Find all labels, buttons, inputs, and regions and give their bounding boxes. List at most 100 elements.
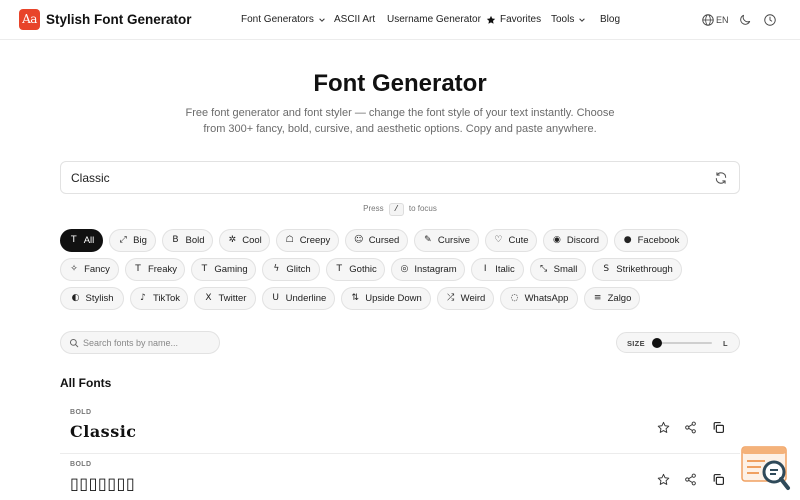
text-icon: T xyxy=(135,264,141,274)
chip-label: Glitch xyxy=(286,264,311,275)
copy-icon[interactable] xyxy=(712,473,725,486)
chip-label: Bold xyxy=(185,235,205,246)
font-sample[interactable]: ▯▯▯▯▯▯▯ xyxy=(70,474,135,493)
chip-strikethrough[interactable]: S Strikethrough xyxy=(592,258,682,281)
chip-all[interactable]: T All xyxy=(60,229,103,252)
clock-icon[interactable] xyxy=(763,13,777,27)
chip-upside-down[interactable]: ⇅ Upside Down xyxy=(341,287,431,310)
chip-label: Instagram xyxy=(414,264,457,275)
chip-small[interactable]: ⤡ Small xyxy=(530,258,586,281)
strikethrough-icon: S xyxy=(603,264,610,274)
refresh-icon[interactable] xyxy=(714,171,728,185)
language-selector[interactable]: EN xyxy=(716,15,729,25)
top-navbar: Aa Stylish Font Generator Font Generator… xyxy=(0,0,800,40)
text-input-box xyxy=(60,161,740,194)
chip-label: Italic xyxy=(495,264,515,275)
text-icon: T xyxy=(201,264,208,274)
globe-icon[interactable] xyxy=(701,13,715,27)
chip-label: Twitter xyxy=(218,293,247,304)
logo-icon[interactable]: Aa xyxy=(19,9,40,30)
chip-zalgo[interactable]: ≡ Zalgo xyxy=(584,287,640,310)
font-category: BOLD xyxy=(70,461,92,468)
chip-cool[interactable]: ✲ Cool xyxy=(219,229,270,252)
section-title: All Fonts xyxy=(60,376,112,390)
chip-label: All xyxy=(83,235,95,246)
flip-icon: ⇅ xyxy=(351,293,360,303)
chip-tiktok[interactable]: ♪ TikTok xyxy=(130,287,188,310)
star-icon[interactable] xyxy=(657,473,670,486)
chip-cursed[interactable]: ☺ Cursed xyxy=(345,229,408,252)
font-sample[interactable]: Classic xyxy=(70,422,137,441)
focus-hint-after: to focus xyxy=(408,204,437,213)
font-search-box xyxy=(60,331,220,354)
copy-icon[interactable] xyxy=(712,421,725,434)
chip-gaming[interactable]: T Gaming xyxy=(191,258,256,281)
size-slider-track[interactable] xyxy=(654,342,712,344)
facebook-icon: ● xyxy=(623,235,632,245)
chip-cursive[interactable]: ✎ Cursive xyxy=(414,229,479,252)
magic-wand-icon: ✧ xyxy=(70,264,78,274)
focus-shortcut-key: / xyxy=(388,203,404,216)
chip-label: Weird xyxy=(460,293,486,304)
nav-font-generators[interactable]: Font Generators xyxy=(241,14,326,25)
text-input[interactable] xyxy=(71,169,691,187)
chip-label: Zalgo xyxy=(607,293,632,304)
moon-icon[interactable] xyxy=(738,13,752,27)
nav-favorites[interactable]: Favorites xyxy=(486,14,541,25)
size-slider-thumb[interactable] xyxy=(652,338,662,348)
chip-cute[interactable]: ♡ Cute xyxy=(485,229,537,252)
chip-label: Cool xyxy=(242,235,262,246)
chip-label: Gaming xyxy=(214,264,248,275)
chip-label: Cursive xyxy=(437,235,471,246)
italic-icon: I xyxy=(483,264,487,274)
search-widget-icon[interactable] xyxy=(741,446,791,492)
chip-freaky[interactable]: T Freaky xyxy=(125,258,185,281)
nav-font-generators-label: Font Generators xyxy=(241,14,314,25)
nav-blog[interactable]: Blog xyxy=(600,14,620,25)
underline-icon: U xyxy=(272,293,279,303)
star-icon xyxy=(486,15,496,24)
chip-gothic[interactable]: T Gothic xyxy=(326,258,385,281)
share-icon[interactable] xyxy=(684,421,697,434)
focus-hint: Press / to focus xyxy=(0,203,800,216)
chip-underline[interactable]: U Underline xyxy=(262,287,335,310)
chip-creepy[interactable]: ☖ Creepy xyxy=(276,229,339,252)
shrink-icon: ⤡ xyxy=(540,264,548,274)
nav-tools[interactable]: Tools xyxy=(551,14,586,25)
page-title: Font Generator xyxy=(313,70,487,97)
chip-weird[interactable]: ⤮ Weird xyxy=(437,287,494,310)
nav-favorites-label: Favorites xyxy=(500,14,542,25)
chip-stylish[interactable]: ◐ Stylish xyxy=(60,287,124,310)
ghost-icon: ☖ xyxy=(285,235,294,245)
nav-username-generator[interactable]: Username Generator xyxy=(387,14,481,25)
size-max-label: L xyxy=(723,339,728,348)
page-subtitle: Free font generator and font styler — ch… xyxy=(185,107,615,135)
chip-label: Fancy xyxy=(84,264,110,275)
chip-fancy[interactable]: ✧ Fancy xyxy=(60,258,119,281)
font-search-input[interactable] xyxy=(83,336,215,350)
discord-icon: ◉ xyxy=(552,235,561,245)
font-row[interactable]: BOLD Classic xyxy=(60,402,740,454)
nav-ascii-art[interactable]: ASCII Art xyxy=(334,14,375,25)
chip-instagram[interactable]: ◎ Instagram xyxy=(391,258,465,281)
chip-facebook[interactable]: ● Facebook xyxy=(614,229,688,252)
chip-glitch[interactable]: ϟ Glitch xyxy=(262,258,320,281)
star-icon[interactable] xyxy=(657,421,670,434)
chip-label: Creepy xyxy=(299,235,331,246)
lines-icon: ≡ xyxy=(593,293,602,303)
font-row[interactable]: BOLD ▯▯▯▯▯▯▯ xyxy=(60,454,740,500)
expand-icon: ⤢ xyxy=(119,235,127,245)
sparkle-icon: ✲ xyxy=(228,235,236,245)
share-icon[interactable] xyxy=(684,473,697,486)
pen-icon: ✎ xyxy=(424,235,432,245)
brand-name[interactable]: Stylish Font Generator xyxy=(46,12,192,27)
chip-label: Strikethrough xyxy=(616,264,673,275)
chip-italic[interactable]: I Italic xyxy=(471,258,524,281)
chip-bold[interactable]: B Bold xyxy=(162,229,213,252)
chip-whatsapp[interactable]: ◌ WhatsApp xyxy=(500,287,578,310)
chip-big[interactable]: ⤢ Big xyxy=(109,229,156,252)
chip-label: Underline xyxy=(285,293,327,304)
skull-icon: ☺ xyxy=(353,235,364,245)
chip-discord[interactable]: ◉ Discord xyxy=(543,229,608,252)
chip-twitter[interactable]: X Twitter xyxy=(194,287,256,310)
